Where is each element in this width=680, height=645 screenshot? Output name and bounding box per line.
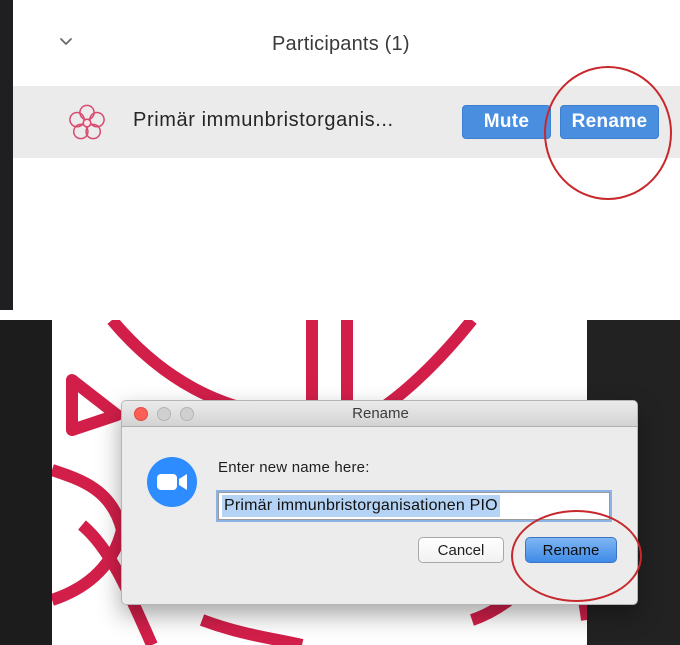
video-area: Rename Enter new name here: Primär immun… — [0, 320, 680, 645]
background-dark-strip — [0, 320, 52, 645]
chevron-down-icon[interactable] — [56, 32, 76, 52]
zoom-camera-icon — [147, 457, 197, 507]
window-edge — [0, 0, 13, 310]
flower-logo-icon — [69, 104, 105, 140]
participants-title: Participants (1) — [272, 33, 410, 55]
dialog-title: Rename — [352, 405, 409, 422]
new-name-input-value: Primär immunbristorganisationen PIO — [222, 495, 500, 517]
participants-panel: Participants (1) Primär immunbristorgani… — [0, 0, 680, 310]
cancel-button[interactable]: Cancel — [418, 537, 504, 563]
name-prompt-label: Enter new name here: — [218, 459, 370, 476]
highlight-annotation-circle — [544, 66, 672, 200]
mute-button[interactable]: Mute — [462, 105, 551, 139]
highlight-annotation-circle — [511, 510, 642, 602]
participant-name: Primär immunbristorganis... — [133, 109, 394, 131]
